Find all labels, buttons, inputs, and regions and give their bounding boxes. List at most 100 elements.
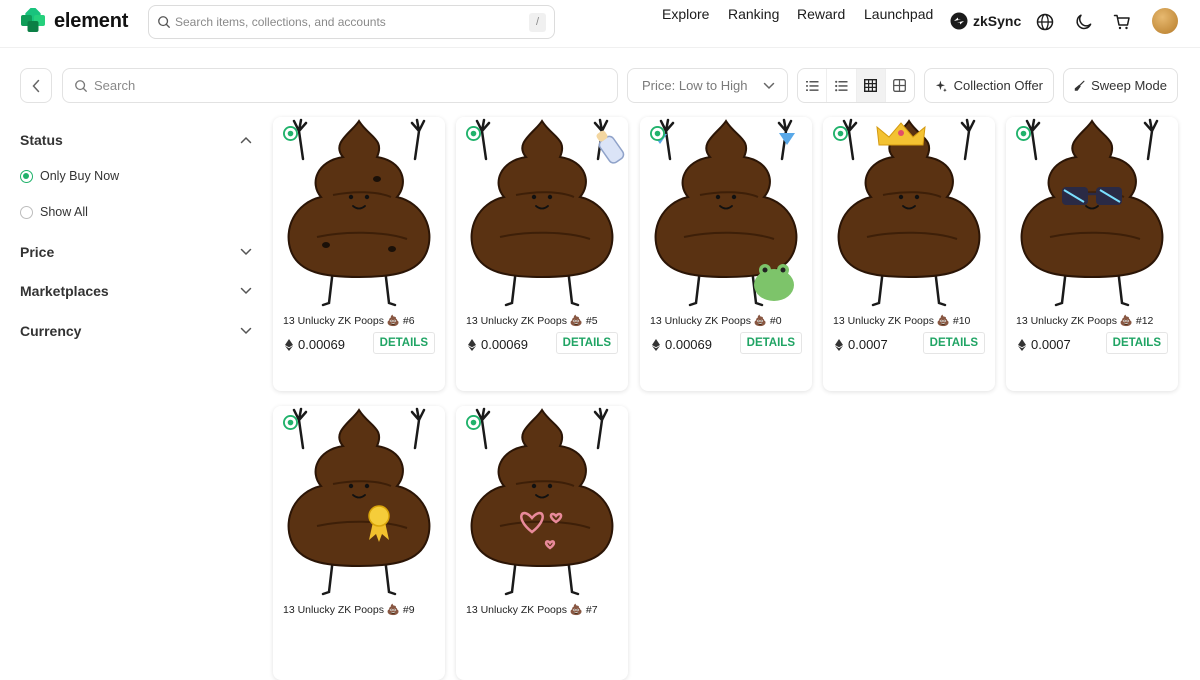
detail-list-icon <box>834 80 848 91</box>
nft-card[interactable]: 13 Unlucky ZK Poops 💩 #0 0.00069 DETAILS <box>640 117 812 391</box>
status-option-buy-now[interactable]: Only Buy Now <box>20 169 119 183</box>
eth-icon <box>468 338 476 351</box>
status-option-show-all[interactable]: Show All <box>20 205 88 219</box>
filter-price-label: Price <box>20 244 55 260</box>
details-button[interactable]: DETAILS <box>739 332 802 354</box>
grid-view-button[interactable] <box>856 69 886 102</box>
search-shortcut-key: / <box>529 12 546 32</box>
sweep-mode-button[interactable]: Sweep Mode <box>1063 68 1178 103</box>
large-grid-button[interactable] <box>886 69 914 102</box>
nft-card[interactable]: 13 Unlucky ZK Poops 💩 #9 <box>273 406 445 680</box>
search-icon <box>158 16 170 28</box>
filter-currency-label: Currency <box>20 323 82 339</box>
chevron-up-icon <box>240 136 252 144</box>
search-icon <box>75 79 87 92</box>
sort-dropdown[interactable]: Price: Low to High <box>627 68 788 103</box>
nft-image[interactable] <box>273 406 445 598</box>
list-view-icon <box>805 80 819 91</box>
nft-image[interactable] <box>273 117 445 309</box>
status-option-label: Only Buy Now <box>40 169 120 183</box>
nft-price: 0.0007 <box>1018 337 1071 352</box>
large-grid-icon <box>893 79 907 92</box>
chain-selector[interactable]: zkSync <box>950 12 1021 30</box>
nft-card[interactable]: 13 Unlucky ZK Poops 💩 #10 0.0007 DETAILS <box>823 117 995 391</box>
verified-badge-icon <box>833 126 848 141</box>
globe-icon[interactable] <box>1036 13 1054 31</box>
nft-card[interactable]: 13 Unlucky ZK Poops 💩 #12 0.0007 DETAILS <box>1006 117 1178 391</box>
verified-badge-icon <box>466 415 481 430</box>
nft-artwork <box>470 118 625 307</box>
details-button[interactable]: DETAILS <box>1105 332 1168 354</box>
global-search[interactable]: / <box>148 5 555 39</box>
element-logo[interactable]: element <box>20 8 128 34</box>
nft-image[interactable] <box>456 117 628 309</box>
nft-card[interactable]: 13 Unlucky ZK Poops 💩 #6 0.00069 DETAILS <box>273 117 445 391</box>
nft-image[interactable] <box>456 406 628 598</box>
collection-offer-label: Collection Offer <box>953 78 1043 93</box>
nft-price: 0.00069 <box>652 337 712 352</box>
filter-marketplaces-label: Marketplaces <box>20 283 109 299</box>
filter-currency-header[interactable]: Currency <box>20 323 252 339</box>
brand-name: element <box>54 9 129 32</box>
nft-title[interactable]: 13 Unlucky ZK Poops 💩 #5 <box>466 314 598 327</box>
zksync-icon <box>950 12 968 30</box>
detail-list-button[interactable] <box>827 69 857 102</box>
collection-offer-button[interactable]: Collection Offer <box>924 68 1054 103</box>
chevron-left-icon <box>32 79 40 92</box>
nav-explore[interactable]: Explore <box>662 6 709 22</box>
filter-price-header[interactable]: Price <box>20 244 252 260</box>
chevron-down-icon <box>240 327 252 335</box>
nft-price: 0.0007 <box>835 337 888 352</box>
nft-artwork <box>287 118 431 307</box>
element-logo-icon <box>21 8 45 32</box>
cart-icon[interactable] <box>1113 13 1131 31</box>
nft-artwork <box>837 118 981 307</box>
sparkle-icon <box>935 80 947 92</box>
list-view-button[interactable] <box>798 69 828 102</box>
global-search-input[interactable] <box>175 15 529 29</box>
details-button[interactable]: DETAILS <box>922 332 985 354</box>
nft-image[interactable] <box>1006 117 1178 309</box>
nft-title[interactable]: 13 Unlucky ZK Poops 💩 #10 <box>833 314 970 327</box>
chain-name: zkSync <box>973 13 1022 29</box>
moon-icon[interactable] <box>1075 13 1093 31</box>
details-button[interactable]: DETAILS <box>372 332 435 354</box>
details-button[interactable]: DETAILS <box>555 332 618 354</box>
filter-status-header[interactable]: Status <box>20 132 252 148</box>
nft-price: 0.00069 <box>468 337 528 352</box>
nft-artwork <box>1020 118 1164 307</box>
back-button[interactable] <box>20 68 52 103</box>
nft-title[interactable]: 13 Unlucky ZK Poops 💩 #0 <box>650 314 782 327</box>
nav-ranking[interactable]: Ranking <box>728 6 779 22</box>
nft-title[interactable]: 13 Unlucky ZK Poops 💩 #7 <box>466 603 598 616</box>
nav-launchpad[interactable]: Launchpad <box>864 6 933 22</box>
broom-icon <box>1074 80 1085 91</box>
nft-title[interactable]: 13 Unlucky ZK Poops 💩 #12 <box>1016 314 1153 327</box>
avatar[interactable] <box>1152 8 1178 34</box>
nft-card[interactable]: 13 Unlucky ZK Poops 💩 #5 0.00069 DETAILS <box>456 117 628 391</box>
nft-title[interactable]: 13 Unlucky ZK Poops 💩 #9 <box>283 603 415 616</box>
nft-image[interactable] <box>823 117 995 309</box>
status-option-label: Show All <box>40 205 88 219</box>
eth-icon <box>285 338 293 351</box>
verified-badge-icon <box>466 126 481 141</box>
nft-price-value: 0.00069 <box>481 337 528 352</box>
radio-unselected[interactable] <box>20 205 33 219</box>
chevron-down-icon <box>240 248 252 256</box>
filter-marketplaces-header[interactable]: Marketplaces <box>20 283 252 299</box>
nft-image[interactable] <box>640 117 812 309</box>
top-header: element / Explore Ranking Reward Launchp… <box>0 0 1200 48</box>
nav-reward[interactable]: Reward <box>797 6 845 22</box>
nft-price: 0.00069 <box>285 337 345 352</box>
nft-artwork <box>470 407 614 596</box>
radio-selected[interactable] <box>20 169 33 183</box>
nft-price-value: 0.0007 <box>1031 337 1071 352</box>
collection-search[interactable] <box>62 68 618 103</box>
nft-artwork <box>287 407 431 596</box>
sort-label: Price: Low to High <box>642 78 748 93</box>
verified-badge-icon <box>1016 126 1031 141</box>
nft-title[interactable]: 13 Unlucky ZK Poops 💩 #6 <box>283 314 415 327</box>
collection-search-input[interactable] <box>94 78 617 93</box>
verified-badge-icon <box>283 415 298 430</box>
nft-card[interactable]: 13 Unlucky ZK Poops 💩 #7 <box>456 406 628 680</box>
